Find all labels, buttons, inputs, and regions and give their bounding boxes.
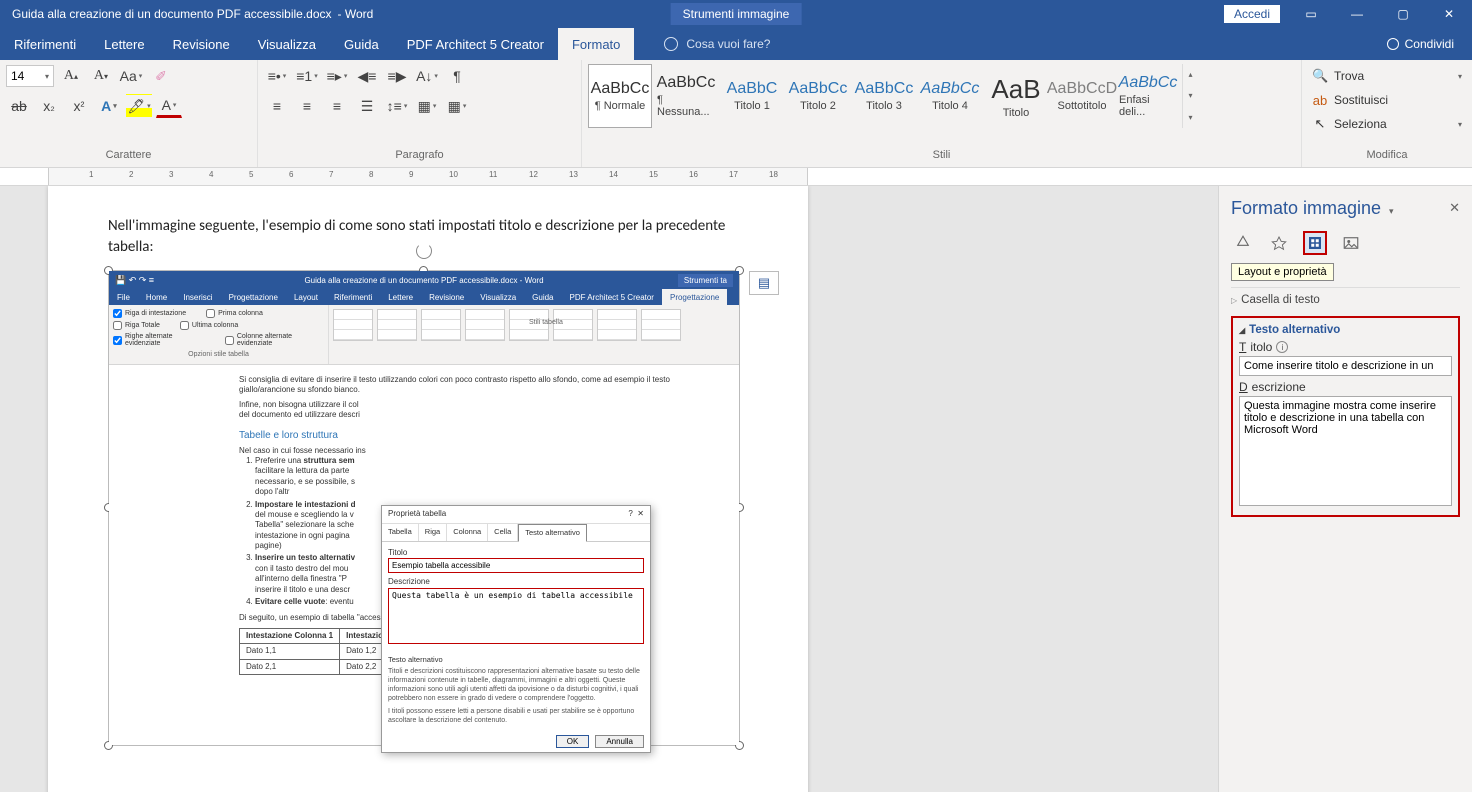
- ribbon-tab-active[interactable]: Formato: [558, 28, 634, 60]
- ribbon-display-icon[interactable]: ▭: [1288, 0, 1334, 28]
- multilevel-icon[interactable]: ≡▸: [324, 64, 350, 88]
- minimize-icon[interactable]: —: [1334, 0, 1380, 28]
- highlight-icon[interactable]: 🖊: [126, 94, 152, 118]
- style-item[interactable]: AaBbCcTitolo 4: [918, 64, 982, 128]
- font-size-combo[interactable]: 14▾: [6, 65, 54, 87]
- share-label: Condividi: [1405, 37, 1454, 51]
- group-label-paragraph: Paragrafo: [264, 149, 575, 163]
- style-item[interactable]: AaBbCcTitolo 2: [786, 64, 850, 128]
- pane-close-button[interactable]: ✕: [1449, 200, 1460, 216]
- line-spacing-icon[interactable]: ↕≡: [384, 94, 410, 118]
- alt-desc-textarea[interactable]: Questa immagine mostra come inserire tit…: [1239, 396, 1452, 506]
- style-item[interactable]: AaBbCc¶ Normale: [588, 64, 652, 128]
- close-icon[interactable]: ✕: [1426, 0, 1472, 28]
- bullets-icon[interactable]: ≡•: [264, 64, 290, 88]
- align-center-icon[interactable]: ≡: [294, 94, 320, 118]
- sign-in-button[interactable]: Accedi: [1224, 5, 1280, 23]
- tell-me-search[interactable]: Cosa vuoi fare?: [664, 37, 770, 51]
- justify-icon[interactable]: ☰: [354, 94, 380, 118]
- superscript-icon[interactable]: x²: [66, 94, 92, 118]
- app-name: - Word: [338, 7, 374, 21]
- format-picture-pane: Formato immagine ✕ Layout e proprietà ▷C…: [1218, 186, 1472, 792]
- align-right-icon[interactable]: ≡: [324, 94, 350, 118]
- pane-title: Formato immagine: [1231, 198, 1460, 219]
- show-hide-icon[interactable]: ¶: [444, 64, 470, 88]
- select-button[interactable]: ↖Seleziona▾: [1308, 112, 1466, 136]
- style-item[interactable]: AaBbCcEnfasi deli...: [1116, 64, 1180, 128]
- tell-me-label: Cosa vuoi fare?: [686, 37, 770, 51]
- group-label-styles: Stili: [588, 149, 1295, 163]
- group-label-font: Carattere: [6, 149, 251, 163]
- replace-button[interactable]: abSostituisci: [1308, 88, 1466, 112]
- change-case-icon[interactable]: Aa: [118, 64, 144, 88]
- align-left-icon[interactable]: ≡: [264, 94, 290, 118]
- embedded-screenshot: 💾 ↶ ↷ ≡ Guida alla creazione di un docum…: [109, 271, 739, 745]
- inc-indent-icon[interactable]: ≡▶: [384, 64, 410, 88]
- ruler[interactable]: 123456789101112131415161718: [0, 168, 1472, 186]
- select-icon: ↖: [1312, 116, 1328, 132]
- document-page[interactable]: Nell'immagine seguente, l'esempio di com…: [48, 186, 808, 792]
- context-tab-group: Strumenti immagine: [671, 3, 802, 25]
- shrink-font-icon[interactable]: A▾: [88, 64, 114, 88]
- share-icon: [1387, 38, 1399, 50]
- layout-options-button[interactable]: ▤: [749, 271, 779, 295]
- selected-image-object[interactable]: ▤ 💾 ↶ ↷ ≡ Guida alla creazione di un doc…: [108, 270, 740, 746]
- ribbon-tab[interactable]: Guida: [330, 28, 393, 60]
- style-item[interactable]: AaBbCcDSottotitolo: [1050, 64, 1114, 128]
- style-item[interactable]: AaBTitolo: [984, 64, 1048, 128]
- style-item[interactable]: AaBbCTitolo 1: [720, 64, 784, 128]
- pane-menu-button[interactable]: [1381, 198, 1394, 219]
- ribbon-tab[interactable]: Riferimenti: [0, 28, 90, 60]
- clear-formatting-icon[interactable]: ✐: [148, 64, 174, 88]
- effects-tab-icon[interactable]: [1267, 231, 1291, 255]
- lightbulb-icon: [664, 37, 678, 51]
- alt-text-section-highlight: ◢Testo alternativo Titoloi Descrizione Q…: [1231, 316, 1460, 517]
- ribbon-tabs: Riferimenti Lettere Revisione Visualizza…: [0, 28, 1472, 60]
- section-textbox[interactable]: ▷Casella di testo: [1231, 294, 1460, 306]
- find-icon: 🔍: [1312, 68, 1328, 84]
- alt-title-label: Titoloi: [1239, 340, 1452, 354]
- strike-icon[interactable]: ab: [6, 94, 32, 118]
- document-title: Guida alla creazione di un documento PDF…: [12, 7, 332, 21]
- styles-gallery[interactable]: AaBbCc¶ Normale AaBbCc¶ Nessuna... AaBbC…: [588, 64, 1295, 128]
- sort-icon[interactable]: A↓: [414, 64, 440, 88]
- shading-icon[interactable]: ▦: [414, 94, 440, 118]
- layout-properties-tab-icon[interactable]: [1303, 231, 1327, 255]
- maximize-icon[interactable]: ▢: [1380, 0, 1426, 28]
- group-label-editing: Modifica: [1308, 149, 1466, 163]
- font-color-icon[interactable]: A: [156, 94, 182, 118]
- alt-title-input[interactable]: [1239, 356, 1452, 376]
- share-button[interactable]: Condividi: [1387, 37, 1454, 51]
- info-icon[interactable]: i: [1276, 341, 1288, 353]
- alt-desc-label: Descrizione: [1239, 380, 1452, 394]
- replace-icon: ab: [1312, 93, 1328, 108]
- picture-tab-icon[interactable]: [1339, 231, 1363, 255]
- ribbon-tab[interactable]: Visualizza: [244, 28, 330, 60]
- style-item[interactable]: AaBbCc¶ Nessuna...: [654, 64, 718, 128]
- rotate-handle-icon[interactable]: [416, 243, 432, 259]
- title-bar: Guida alla creazione di un documento PDF…: [0, 0, 1472, 28]
- tooltip: Layout e proprietà: [1231, 263, 1334, 281]
- numbering-icon[interactable]: ≡1: [294, 64, 320, 88]
- text-effects-icon[interactable]: A: [96, 94, 122, 118]
- styles-more-button[interactable]: ▴▾▾: [1182, 64, 1198, 128]
- subscript-icon[interactable]: x₂: [36, 94, 62, 118]
- ribbon-tab[interactable]: PDF Architect 5 Creator: [393, 28, 558, 60]
- ribbon: 14▾ A▴ A▾ Aa ✐ ab x₂ x² A 🖊 A Carattere …: [0, 60, 1472, 168]
- section-alt-text[interactable]: ◢Testo alternativo: [1239, 324, 1452, 336]
- ribbon-tab[interactable]: Lettere: [90, 28, 158, 60]
- ribbon-tab[interactable]: Revisione: [159, 28, 244, 60]
- dec-indent-icon[interactable]: ◀≡: [354, 64, 380, 88]
- style-item[interactable]: AaBbCcTitolo 3: [852, 64, 916, 128]
- fill-line-tab-icon[interactable]: [1231, 231, 1255, 255]
- borders-icon[interactable]: ▦: [444, 94, 470, 118]
- grow-font-icon[interactable]: A▴: [58, 64, 84, 88]
- find-button[interactable]: 🔍Trova▾: [1308, 64, 1466, 88]
